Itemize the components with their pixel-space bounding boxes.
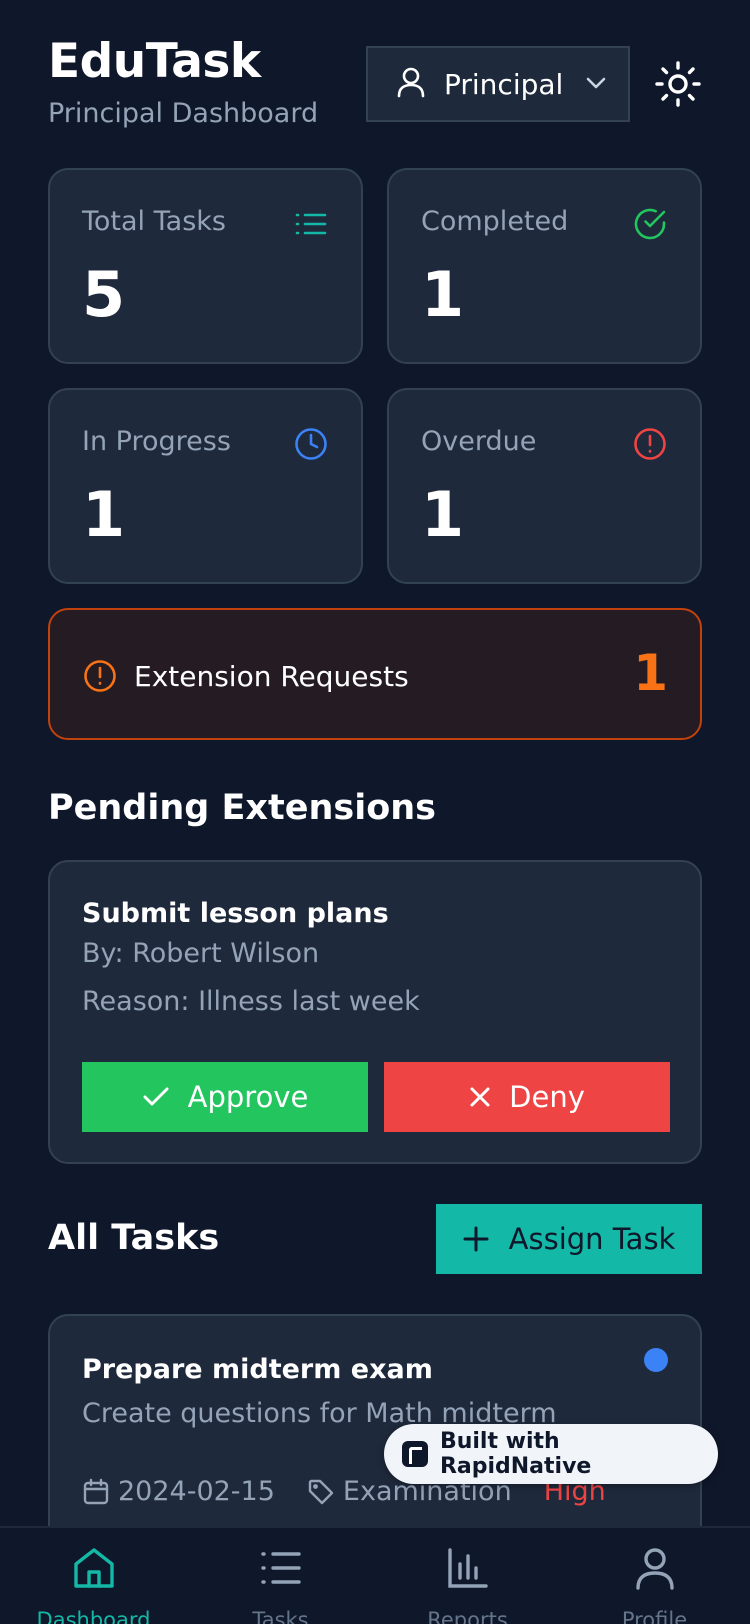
- stat-card-total-tasks[interactable]: Total Tasks 5: [48, 168, 363, 364]
- nav-item-profile[interactable]: Profile: [561, 1528, 748, 1624]
- badge-text: Built with RapidNative: [439, 1429, 592, 1479]
- stat-label: Total Tasks: [82, 206, 226, 237]
- close-icon: [470, 1087, 490, 1107]
- plus-icon: [463, 1226, 489, 1252]
- clock-icon: [293, 426, 329, 462]
- user-icon: [396, 66, 426, 102]
- stat-label: Overdue: [421, 426, 537, 457]
- alert-circle-icon: [82, 658, 118, 694]
- theme-toggle-button[interactable]: [654, 60, 702, 108]
- extension-requests-banner[interactable]: Extension Requests 1: [48, 608, 702, 740]
- stat-value: 5: [82, 258, 126, 331]
- approve-label: Approve: [187, 1080, 309, 1114]
- list-icon: [260, 1552, 301, 1584]
- stat-value: 1: [82, 478, 126, 551]
- calendar-icon: [83, 1478, 109, 1504]
- nav-label: Profile: [621, 1608, 688, 1624]
- status-indicator: [644, 1348, 668, 1372]
- bar-chart-icon: [447, 1548, 488, 1588]
- role-selector[interactable]: Principal: [366, 46, 630, 122]
- pending-extensions-heading: Pending Extensions: [48, 788, 437, 828]
- check-circle-icon: [632, 206, 668, 242]
- nav-label: Tasks: [252, 1608, 309, 1624]
- rapidnative-logo-icon: [402, 1441, 428, 1467]
- role-selector-label: Principal: [444, 67, 564, 101]
- extension-task-title: Submit lesson plans: [82, 898, 389, 929]
- extension-requester: By: Robert Wilson: [82, 938, 320, 969]
- deny-label: Deny: [509, 1080, 585, 1114]
- home-icon: [73, 1548, 114, 1588]
- sun-icon: [654, 61, 702, 112]
- app-title: EduTask: [48, 34, 261, 89]
- user-icon: [635, 1548, 674, 1590]
- task-due-date: 2024-02-15: [118, 1476, 275, 1507]
- page-subtitle: Principal Dashboard: [48, 98, 319, 129]
- built-with-badge[interactable]: Built with RapidNative: [384, 1424, 718, 1484]
- alert-circle-icon: [632, 426, 668, 462]
- tag-icon: [308, 1479, 334, 1504]
- nav-item-tasks[interactable]: Tasks: [187, 1528, 374, 1624]
- approve-button[interactable]: Approve: [82, 1062, 368, 1132]
- deny-button[interactable]: Deny: [384, 1062, 670, 1132]
- extension-requests-count: 1: [633, 644, 668, 702]
- nav-label: Dashboard: [36, 1608, 151, 1624]
- pending-extension-card: Submit lesson plans By: Robert Wilson Re…: [48, 860, 702, 1164]
- assign-task-label: Assign Task: [508, 1222, 676, 1256]
- stat-label: Completed: [421, 206, 569, 237]
- nav-item-reports[interactable]: Reports: [374, 1528, 561, 1624]
- bottom-navigation: Dashboard Tasks Reports Profile: [0, 1526, 750, 1624]
- task-title: Prepare midterm exam: [82, 1354, 433, 1385]
- stat-value: 1: [421, 478, 465, 551]
- chevron-down-icon: [585, 75, 607, 94]
- list-icon: [293, 206, 329, 242]
- stat-value: 1: [421, 258, 465, 331]
- stat-card-overdue[interactable]: Overdue 1: [387, 388, 702, 584]
- nav-item-dashboard[interactable]: Dashboard: [0, 1528, 187, 1624]
- assign-task-button[interactable]: Assign Task: [436, 1204, 702, 1274]
- stat-label: In Progress: [82, 426, 231, 457]
- nav-label: Reports: [427, 1608, 508, 1624]
- check-icon: [143, 1087, 169, 1106]
- extension-requests-label: Extension Requests: [134, 660, 409, 693]
- all-tasks-heading: All Tasks: [48, 1218, 220, 1258]
- stat-card-in-progress[interactable]: In Progress 1: [48, 388, 363, 584]
- extension-reason: Reason: Illness last week: [82, 986, 420, 1017]
- stat-card-completed[interactable]: Completed 1: [387, 168, 702, 364]
